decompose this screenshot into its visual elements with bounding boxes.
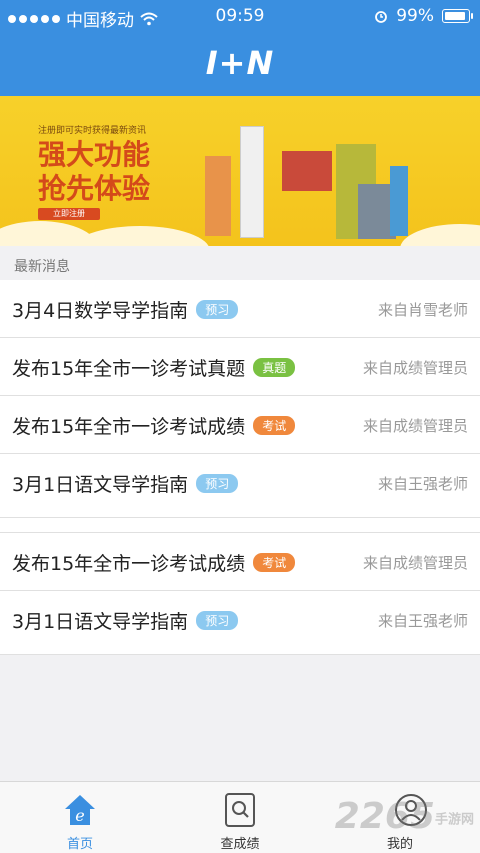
- promo-banner[interactable]: 注册即可实时获得最新资讯 强大功能 抢先体验 立即注册: [0, 96, 480, 246]
- news-source: 来自成绩管理员: [362, 359, 468, 377]
- news-title: 发布15年全市一诊考试真题: [12, 358, 246, 380]
- news-title-wrap: 3月1日语文导学指南 预习: [12, 470, 239, 497]
- news-title: 3月4日数学导学指南: [12, 300, 189, 322]
- building-illustration: [205, 156, 231, 236]
- news-tag: 预习: [196, 300, 239, 319]
- news-title-wrap: 3月4日数学导学指南 预习: [12, 296, 239, 323]
- news-tag: 考试: [253, 416, 296, 435]
- battery-icon: [442, 9, 473, 23]
- banner-headline-line2: 抢先体验: [38, 172, 151, 205]
- watermark: 2265手游网: [335, 796, 474, 837]
- news-tag: 考试: [253, 553, 296, 572]
- cloud-decoration: [70, 226, 210, 246]
- svg-text:e: e: [75, 806, 84, 825]
- news-title-wrap: 发布15年全市一诊考试成绩 考试: [12, 549, 296, 576]
- cloud-decoration: [400, 224, 480, 246]
- news-source: 来自肖雪老师: [377, 301, 468, 319]
- tab-grades-label: 查成绩: [220, 837, 260, 852]
- news-source: 来自王强老师: [377, 475, 468, 493]
- home-icon: e: [65, 795, 95, 825]
- news-item[interactable]: 3月4日数学导学指南 预习 来自肖雪老师: [0, 280, 480, 338]
- news-item[interactable]: 3月1日语文导学指南 预习 来自王强老师: [0, 454, 480, 518]
- watermark-text: 手游网: [434, 812, 474, 828]
- news-title-wrap: 发布15年全市一诊考试真题 真题: [12, 354, 296, 381]
- news-tag: 预习: [196, 611, 239, 630]
- app-logo: I+N: [205, 44, 275, 82]
- news-list: 3月4日数学导学指南 预习 来自肖雪老师 发布15年全市一诊考试真题 真题 来自成绩…: [0, 280, 480, 655]
- battery-percent: 99%: [396, 6, 434, 26]
- tab-grades[interactable]: 查成绩: [160, 782, 320, 853]
- news-item[interactable]: 发布15年全市一诊考试成绩 考试 来自成绩管理员: [0, 396, 480, 454]
- building-illustration: [240, 126, 264, 238]
- news-source: 来自王强老师: [377, 612, 468, 630]
- news-source: 来自成绩管理员: [362, 554, 468, 572]
- news-title-wrap: 3月1日语文导学指南 预习: [12, 607, 239, 634]
- banner-subtitle: 注册即可实时获得最新资讯: [38, 126, 147, 136]
- tab-home-label: 首页: [66, 837, 93, 852]
- status-right: 99%: [374, 6, 473, 26]
- section-title: 最新消息: [14, 259, 70, 275]
- news-title: 3月1日语文导学指南: [12, 474, 189, 496]
- news-item[interactable]: 发布15年全市一诊考试成绩 考试 来自成绩管理员: [0, 532, 480, 591]
- news-title-wrap: 发布15年全市一诊考试成绩 考试: [12, 412, 296, 439]
- nav-bar: I+N: [0, 32, 480, 96]
- news-title: 发布15年全市一诊考试成绩: [12, 416, 246, 438]
- shop-illustration: [282, 151, 332, 191]
- news-tag: 真题: [253, 358, 296, 377]
- news-item[interactable]: 3月1日语文导学指南 预习 来自王强老师: [0, 591, 480, 655]
- alarm-icon: [375, 11, 388, 23]
- news-item[interactable]: 发布15年全市一诊考试真题 真题 来自成绩管理员: [0, 338, 480, 396]
- banner-headline: 强大功能 抢先体验: [38, 138, 150, 206]
- search-icon: [225, 793, 255, 827]
- status-bar: 中国移动 09:59 99%: [0, 0, 480, 32]
- news-source: 来自成绩管理员: [362, 417, 468, 435]
- news-tag: 预习: [196, 474, 239, 493]
- news-title: 发布15年全市一诊考试成绩: [12, 553, 246, 575]
- news-title: 3月1日语文导学指南: [12, 611, 189, 633]
- tab-home[interactable]: e 首页: [0, 782, 160, 853]
- building-illustration: [390, 166, 408, 236]
- register-button[interactable]: 立即注册: [38, 208, 100, 220]
- banner-headline-line1: 强大功能: [38, 138, 151, 171]
- watermark-number: 2265: [334, 796, 435, 837]
